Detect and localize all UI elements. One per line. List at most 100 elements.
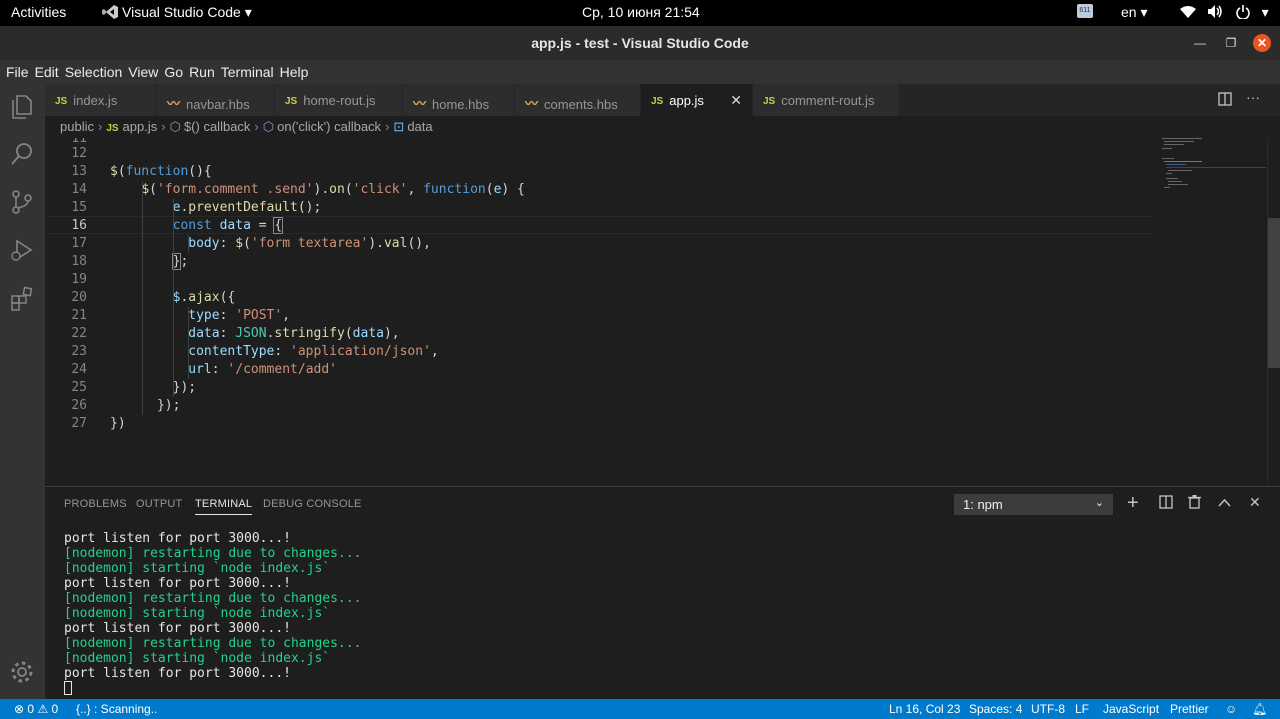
line-number: 19 — [71, 272, 87, 287]
terminal-cursor — [64, 681, 72, 695]
tab-index-js[interactable]: JS index.js — [45, 84, 157, 116]
line-number: 18 — [71, 254, 87, 269]
system-tray[interactable]: ▾ — [1180, 4, 1277, 21]
code-line: 17 body: $('form textarea').val(), — [45, 235, 1155, 253]
app-menu[interactable]: Visual Studio Code ▾ — [102, 4, 252, 21]
menu-view[interactable]: View — [122, 60, 158, 80]
keyboard-layout-label: en — [1121, 4, 1137, 20]
js-file-icon: JS — [55, 96, 68, 107]
line-number: 21 — [71, 308, 87, 323]
terminal-line: [nodemon] restarting due to changes... — [64, 546, 362, 561]
panel-tab-debug-console[interactable]: DEBUG CONSOLE — [263, 498, 362, 510]
vscode-icon — [102, 5, 118, 19]
line-number: 13 — [71, 164, 87, 179]
chevron-right-icon: › — [254, 119, 259, 134]
settings-gear-icon[interactable] — [8, 658, 36, 686]
tray-app-icon[interactable]: 611 — [1077, 4, 1093, 18]
run-debug-icon[interactable] — [8, 236, 36, 264]
breadcrumb-folder[interactable]: public — [60, 119, 94, 134]
menu-terminal[interactable]: Terminal — [215, 60, 274, 80]
problems-status[interactable]: ⊗ 0 ⚠ 0 — [14, 702, 58, 716]
panel-tab-terminal[interactable]: TERMINAL — [195, 498, 253, 515]
close-tab-icon[interactable]: ✕ — [730, 92, 742, 109]
indent-guide — [188, 235, 189, 253]
trash-icon[interactable] — [1188, 495, 1201, 513]
clock[interactable]: Ср, 10 июня 21:54 — [582, 4, 700, 20]
source-control-icon[interactable] — [8, 188, 36, 216]
editor-tabs: JS index.js 〰 navbar.hbs JS home-rout.js 〰 h… — [45, 84, 1280, 116]
menu-edit[interactable]: Edit — [29, 60, 59, 80]
cursor-position[interactable]: Ln 16, Col 23 — [889, 702, 960, 716]
feedback-icon[interactable]: ☺ — [1225, 702, 1237, 716]
terminal-select[interactable]: 1: npm ⌄ — [954, 494, 1113, 515]
code-text: body: $('form textarea').val(), — [188, 236, 431, 251]
menu-help[interactable]: Help — [274, 60, 309, 80]
warning-count: 0 — [51, 702, 59, 716]
search-icon[interactable] — [8, 140, 36, 168]
tab-comment-rout-js[interactable]: JS comment-rout.js — [753, 84, 900, 116]
js-file-icon: JS — [285, 96, 298, 107]
indent-guide — [142, 181, 143, 415]
chevron-right-icon: › — [97, 119, 103, 134]
code-line-current: 16 const data = { — [45, 216, 1155, 234]
code-text: data: JSON.stringify(data), — [188, 326, 400, 341]
menu-go[interactable]: Go — [158, 60, 183, 80]
method-symbol-icon: ⬡ — [262, 119, 275, 134]
tab-app-js[interactable]: JS app.js ✕ — [641, 84, 753, 116]
code-text: type: 'POST', — [188, 308, 291, 323]
explorer-icon[interactable] — [8, 92, 36, 120]
keyboard-layout[interactable]: en ▾ — [1121, 4, 1148, 21]
menu-selection[interactable]: Selection — [59, 60, 123, 80]
extensions-icon[interactable] — [8, 284, 36, 312]
tab-navbar-hbs[interactable]: 〰 navbar.hbs — [157, 84, 275, 116]
variable-symbol-icon: ⊡ — [393, 119, 405, 134]
scanning-status[interactable]: {..} : Scanning.. — [76, 702, 157, 716]
breadcrumb: public › JS app.js › ⬡ $() callback › ⬡ on('click… — [45, 116, 1280, 138]
code-editor[interactable]: 11 12 13 $(function(){ 14 $('form.comment… — [45, 138, 1280, 486]
system-top-bar: Activities Visual Studio Code ▾ Ср, 10 и… — [0, 0, 1280, 26]
tab-coments-hbs[interactable]: 〰 coments.hbs — [515, 84, 641, 116]
notifications-bell-icon[interactable]: 🔔︎ — [1252, 702, 1267, 716]
tab-label: comment-rout.js — [781, 93, 875, 108]
caret-down-icon: ▾ — [244, 4, 252, 20]
panel-tab-output[interactable]: OUTPUT — [136, 498, 182, 510]
bottom-panel: PROBLEMS OUTPUT TERMINAL DEBUG CONSOLE 1… — [45, 486, 1280, 699]
tab-label: app.js — [669, 93, 704, 108]
eol-status[interactable]: LF — [1075, 702, 1089, 716]
js-file-icon: JS — [763, 96, 776, 107]
maximize-button[interactable]: ❐ — [1222, 34, 1240, 52]
indentation-status[interactable]: Spaces: 4 — [969, 702, 1022, 716]
close-panel-icon[interactable]: ✕ — [1249, 494, 1261, 511]
line-number: 23 — [71, 344, 87, 359]
encoding-status[interactable]: UTF-8 — [1031, 702, 1065, 716]
split-editor-icon[interactable] — [1218, 92, 1232, 109]
line-number: 12 — [71, 146, 87, 161]
breadcrumb-symbol-onclick[interactable]: on('click') callback — [277, 119, 381, 134]
tab-label: index.js — [73, 93, 118, 108]
new-terminal-icon[interactable]: + — [1127, 492, 1139, 515]
window-titlebar: app.js - test - Visual Studio Code — ❐ ✕ — [0, 26, 1280, 60]
split-terminal-icon[interactable] — [1159, 495, 1173, 513]
minimap[interactable] — [1160, 138, 1270, 198]
breadcrumb-symbol-data[interactable]: data — [407, 119, 432, 134]
menu-run[interactable]: Run — [183, 60, 215, 80]
terminal-output[interactable]: port listen for port 3000...! [nodemon] … — [64, 531, 361, 696]
minimize-button[interactable]: — — [1191, 34, 1209, 52]
breadcrumb-symbol-callback[interactable]: $() callback — [184, 119, 250, 134]
prettier-status[interactable]: Prettier — [1170, 702, 1209, 716]
handlebars-file-icon: 〰 — [525, 96, 539, 111]
tab-home-rout-js[interactable]: JS home-rout.js — [275, 84, 403, 116]
more-actions-icon[interactable]: ··· — [1246, 89, 1260, 105]
activities-button[interactable]: Activities — [11, 4, 66, 20]
terminal-line: [nodemon] starting `node index.js` — [64, 606, 331, 621]
tab-home-hbs[interactable]: 〰 home.hbs — [403, 84, 515, 116]
maximize-panel-icon[interactable] — [1218, 494, 1231, 511]
language-mode[interactable]: JavaScript — [1103, 702, 1159, 716]
terminal-select-value: 1: npm — [963, 497, 1003, 512]
close-window-button[interactable]: ✕ — [1253, 34, 1271, 52]
panel-tab-problems[interactable]: PROBLEMS — [64, 498, 127, 510]
breadcrumb-file[interactable]: app.js — [123, 119, 158, 134]
menu-file[interactable]: File — [0, 60, 29, 80]
caret-down-icon: ▾ — [1140, 4, 1148, 20]
editor-scroll-thumb[interactable] — [1268, 218, 1280, 368]
